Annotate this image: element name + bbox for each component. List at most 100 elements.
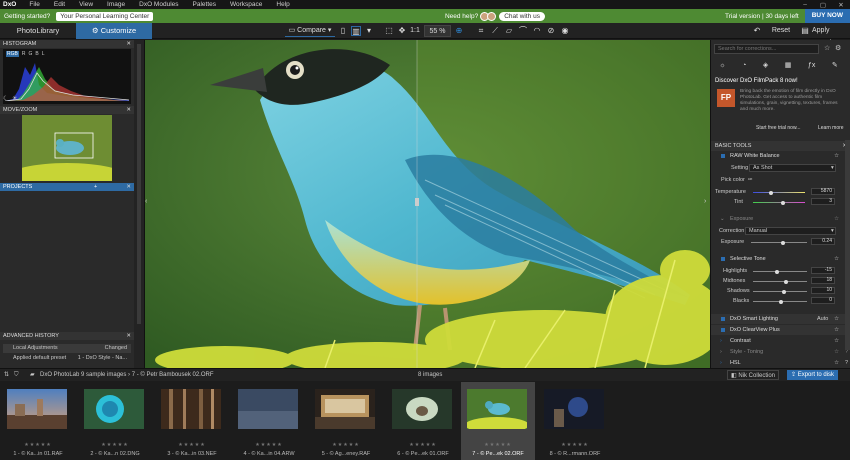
temperature-value[interactable]: 5870: [811, 188, 835, 195]
close-icon[interactable]: ✕: [126, 40, 131, 48]
collapse-right-icon[interactable]: ›: [704, 198, 709, 205]
crop-icon[interactable]: ⌗: [476, 26, 486, 36]
slider-knob[interactable]: [779, 299, 783, 304]
menu-view[interactable]: View: [72, 1, 100, 8]
thumbnail[interactable]: ★★★★★ 2 - © Ka...n 02.DNG: [78, 382, 152, 460]
thumbnail[interactable]: ★★★★★ 5 - © Ag...eney.RAF: [309, 382, 383, 460]
slider-knob[interactable]: [781, 240, 785, 245]
thumbnail[interactable]: ★★★★★ 1 - © Ka...in 01.RAF: [1, 382, 75, 460]
compare-button[interactable]: ▭ Compare ▾: [285, 25, 335, 37]
chat-button[interactable]: Chat with us: [499, 11, 545, 21]
filter-icon[interactable]: ⛉: [14, 369, 19, 381]
thumbnail[interactable]: ★★★★★ 6 - © Pe...ek 01.ORF: [386, 382, 460, 460]
retouch-icon[interactable]: ◠: [532, 26, 542, 36]
straighten-icon[interactable]: ⟋: [490, 26, 500, 36]
side-by-side-icon[interactable]: ▥: [351, 26, 361, 36]
export-button[interactable]: ⇪ Export to disk: [787, 370, 839, 380]
close-icon[interactable]: ✕: [126, 332, 131, 340]
star-icon[interactable]: ☆: [834, 151, 839, 161]
eye-icon[interactable]: ◉: [560, 26, 570, 36]
right-panel-scrollbar[interactable]: [845, 140, 850, 350]
thumbnail[interactable]: ★★★★★ 8 - © R...rmann.ORF: [538, 382, 612, 460]
buy-now-button[interactable]: BUY NOW: [804, 9, 850, 23]
enable-checkbox[interactable]: [721, 154, 725, 158]
eyedropper-icon[interactable]: ✑: [748, 175, 753, 185]
contrast-row[interactable]: ›Contrast☆?: [711, 336, 850, 346]
blacks-slider[interactable]: [753, 299, 807, 304]
shadows-value[interactable]: 10: [811, 287, 835, 294]
channel-l[interactable]: L: [42, 51, 45, 57]
rating-stars[interactable]: ★★★★★: [1, 442, 75, 448]
wb-setting-select[interactable]: As Shot: [749, 164, 836, 172]
rating-stars[interactable]: ★★★★★: [461, 442, 535, 448]
close-window-button[interactable]: ✕: [832, 1, 850, 9]
exposure-slider[interactable]: [751, 240, 807, 245]
nik-collection-button[interactable]: ◧ Nik Collection: [727, 370, 780, 380]
channel-r[interactable]: R: [22, 51, 26, 57]
geometry-icon[interactable]: ▦: [785, 61, 792, 69]
star-icon[interactable]: ☆: [834, 347, 839, 357]
single-view-icon[interactable]: ▯: [338, 26, 348, 36]
local-icon[interactable]: ✎: [832, 61, 838, 69]
star-icon[interactable]: ☆: [834, 314, 839, 324]
collapse-left-icon[interactable]: ‹: [145, 198, 150, 205]
menu-image[interactable]: Image: [100, 1, 132, 8]
rating-stars[interactable]: ★★★★★: [386, 442, 460, 448]
maximize-button[interactable]: ▢: [814, 1, 832, 9]
channel-rgb[interactable]: RGB: [6, 51, 19, 57]
help-icon[interactable]: ?: [845, 358, 848, 368]
blacks-value[interactable]: 0: [811, 297, 835, 304]
shadows-slider[interactable]: [753, 289, 807, 294]
moon-icon[interactable]: ☾: [3, 95, 8, 102]
temperature-slider[interactable]: [753, 190, 805, 195]
raw-white-balance-row[interactable]: RAW White Balance☆?: [711, 151, 850, 161]
channel-g[interactable]: G: [28, 51, 32, 57]
star-icon[interactable]: ☆: [834, 254, 839, 264]
exposure-row[interactable]: ⌄Exposure☆?: [711, 214, 850, 224]
tab-photolibrary[interactable]: PhotoLibrary: [0, 23, 76, 39]
move-icon[interactable]: ✥: [397, 26, 407, 36]
learning-center-button[interactable]: Your Personal Learning Center: [56, 11, 154, 21]
exposure-value[interactable]: 0.24: [811, 238, 835, 245]
sun-icon[interactable]: ☀: [12, 95, 17, 102]
history-item[interactable]: Applied default preset 1 - DxO Style - N…: [3, 354, 131, 363]
gear-icon[interactable]: ⚙: [835, 44, 841, 52]
zoom-level-select[interactable]: 55 %: [424, 25, 451, 37]
slider-knob[interactable]: [775, 269, 779, 274]
star-icon[interactable]: ☆: [834, 336, 839, 346]
slider-knob[interactable]: [782, 289, 786, 294]
distortion-icon[interactable]: ⌒: [518, 26, 528, 36]
menu-edit[interactable]: Edit: [47, 1, 72, 8]
rating-stars[interactable]: ★★★★★: [538, 442, 612, 448]
menu-dxo-modules[interactable]: DxO Modules: [132, 1, 185, 8]
style-toning-row[interactable]: › Style - Toning ☆?: [711, 347, 850, 357]
thumbnail-selected[interactable]: ★★★★★ 7 - © Pe...ek 02.ORF: [461, 382, 535, 460]
basic-tools-header[interactable]: BASIC TOOLS✕: [711, 141, 850, 151]
history-item[interactable]: Local Adjustments Changed: [3, 344, 131, 353]
left-panel-scrollbar[interactable]: [134, 40, 144, 368]
zoom-in-icon[interactable]: ⊕: [454, 26, 464, 36]
learn-more-link[interactable]: Learn more: [818, 125, 844, 131]
perspective-icon[interactable]: ▱: [504, 26, 514, 36]
menu-help[interactable]: Help: [269, 1, 296, 8]
sort-icon[interactable]: ⇅: [4, 369, 9, 381]
star-icon[interactable]: ☆: [834, 214, 839, 224]
scrollbar-thumb[interactable]: [137, 44, 141, 324]
folder-icon[interactable]: ▰: [30, 369, 35, 381]
channel-b[interactable]: B: [35, 51, 38, 57]
local-adjust-icon[interactable]: ⊘: [546, 26, 556, 36]
slider-knob[interactable]: [784, 279, 788, 284]
highlights-value[interactable]: -15: [811, 267, 835, 274]
clearview-row[interactable]: DxO ClearView Plus☆?: [711, 325, 850, 335]
close-icon[interactable]: ✕: [126, 106, 131, 114]
menu-file[interactable]: File: [22, 1, 46, 8]
chevron-down-icon[interactable]: ▾: [364, 26, 374, 36]
reset-button[interactable]: Reset: [766, 25, 796, 37]
navigator-preview[interactable]: [22, 115, 112, 181]
close-icon[interactable]: ✕: [126, 183, 131, 191]
hsl-row[interactable]: › HSL ☆?: [711, 358, 850, 368]
rating-stars[interactable]: ★★★★★: [232, 442, 306, 448]
star-icon[interactable]: ☆: [824, 44, 830, 52]
zoom-1to1-button[interactable]: 1:1: [408, 25, 422, 37]
projects-header[interactable]: PROJECTS + ✕: [0, 183, 134, 191]
